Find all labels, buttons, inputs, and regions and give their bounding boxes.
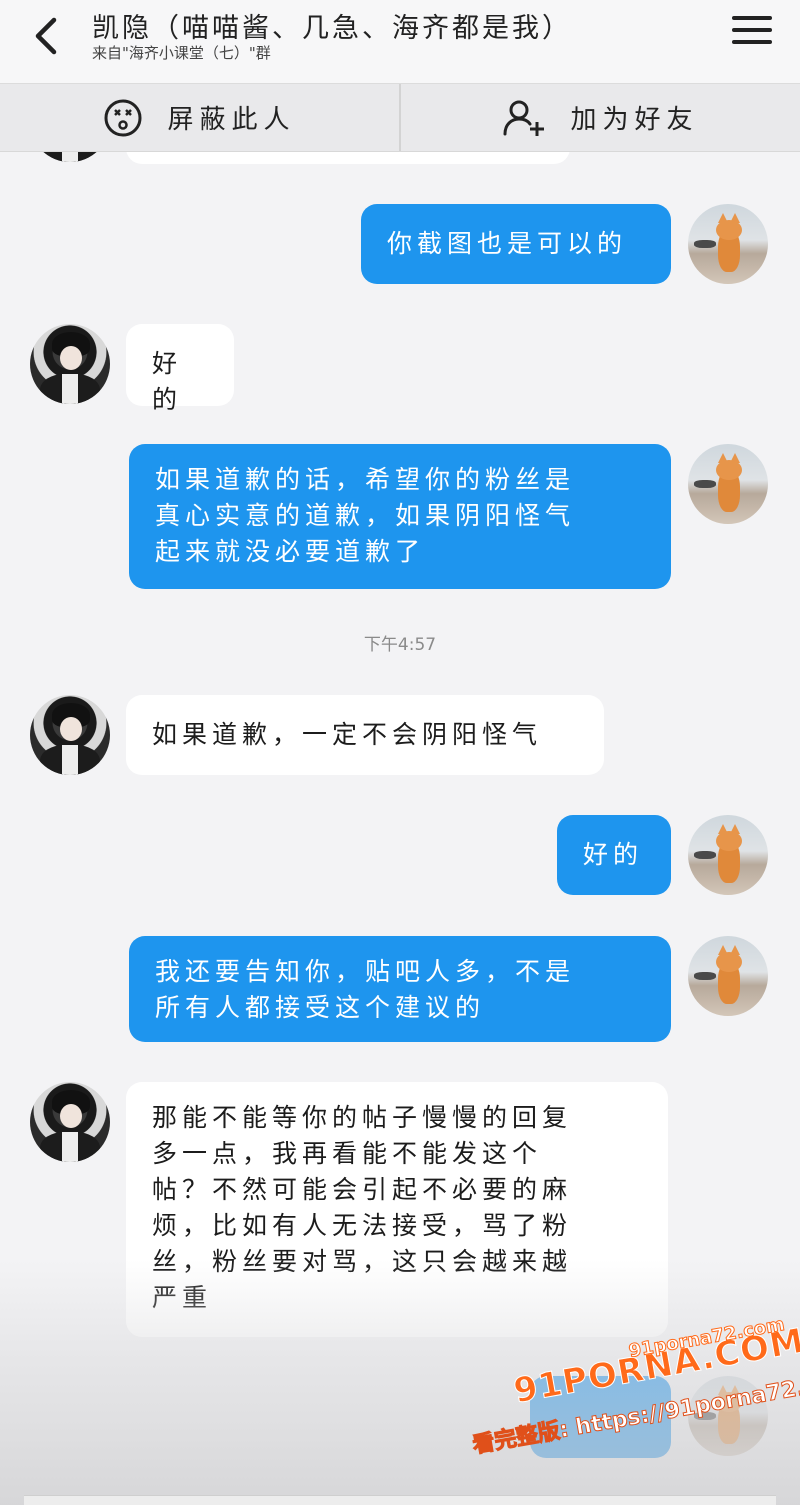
block-face-icon: [104, 99, 142, 136]
chat-title: 凯隐（喵喵酱、几急、海齐都是我）: [92, 13, 572, 44]
avatar[interactable]: [30, 1082, 110, 1162]
avatar[interactable]: [30, 324, 110, 404]
avatar[interactable]: [30, 695, 110, 775]
message-bubble[interactable]: 好的: [126, 324, 234, 414]
add-friend-label: 加为好友: [570, 105, 699, 135]
avatar[interactable]: [688, 936, 768, 1016]
hamburger-menu-icon: [732, 16, 772, 44]
menu-button[interactable]: [732, 16, 772, 50]
chat-screen: 凯隐（喵喵酱、几急、海齐都是我） 来自"海齐小课堂（七）"群 屏蔽此人 加为好友…: [0, 0, 800, 1505]
action-bar: 屏蔽此人 加为好友: [0, 84, 800, 152]
message-bubble[interactable]: 如果道歉的话，希望你的粉丝是 真心实意的道歉，如果阴阳怪气 起来就没必要道歉了: [129, 444, 671, 589]
input-bar-edge: [24, 1495, 776, 1505]
message-bubble[interactable]: 那能不能等你的帖子慢慢的回复 多一点，我再看能不能发这个 帖？不然可能会引起不必…: [126, 1082, 668, 1337]
add-friend-button[interactable]: 加为好友: [399, 84, 800, 151]
chat-header: 凯隐（喵喵酱、几急、海齐都是我） 来自"海齐小课堂（七）"群: [0, 0, 800, 84]
message-bubble[interactable]: 如果道歉，一定不会阴阳怪气: [126, 695, 604, 775]
block-user-label: 屏蔽此人: [167, 105, 296, 135]
message-bubble[interactable]: 我还要告知你，贴吧人多，不是 所有人都接受这个建议的: [129, 936, 671, 1042]
message-bubble[interactable]: 好的: [557, 815, 671, 895]
message-bubble[interactable]: [126, 152, 570, 164]
chat-subtitle: 来自"海齐小课堂（七）"群: [92, 44, 271, 62]
avatar[interactable]: [688, 204, 768, 284]
message-bubble[interactable]: [530, 1376, 671, 1458]
back-button[interactable]: [26, 10, 70, 62]
block-user-button[interactable]: 屏蔽此人: [0, 84, 399, 151]
message-bubble[interactable]: 你截图也是可以的: [361, 204, 671, 284]
add-user-icon: [503, 100, 545, 136]
avatar[interactable]: [30, 152, 110, 162]
message-timestamp: 下午4:57: [363, 635, 437, 655]
avatar[interactable]: [688, 1376, 768, 1456]
message-list[interactable]: 你截图也是可以的 好的 如果道歉的话，希望你的粉丝是 真心实意的道歉，如果阴阳怪…: [0, 152, 800, 1505]
avatar[interactable]: [688, 444, 768, 524]
chevron-left-icon: [35, 17, 57, 55]
avatar[interactable]: [688, 815, 768, 895]
